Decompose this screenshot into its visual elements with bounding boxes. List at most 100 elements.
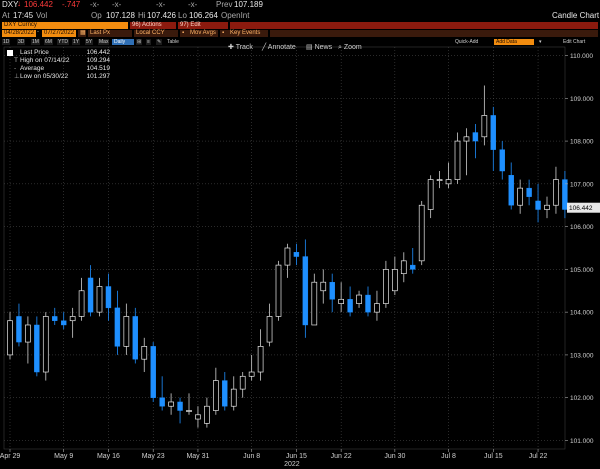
candle[interactable] [284,243,291,278]
candle[interactable] [517,179,524,214]
candle[interactable] [302,239,309,338]
candle[interactable] [114,290,121,355]
candle[interactable] [481,85,488,146]
track-label: Track [235,44,253,51]
candle[interactable] [7,312,13,360]
candle[interactable] [562,171,568,219]
candle[interactable] [159,376,165,411]
candle[interactable] [356,290,362,308]
candle[interactable] [132,307,139,364]
candle[interactable] [454,132,461,184]
candle-body [275,264,282,317]
y-tick-label: 101.000 [570,438,594,445]
candle[interactable] [186,393,192,415]
candle[interactable] [445,162,452,189]
x-tick-label: May 9 [54,453,73,460]
candle[interactable] [150,342,156,402]
candle[interactable] [436,171,443,189]
candle[interactable] [105,273,112,321]
candle-body [508,175,514,206]
candle-body [463,136,470,142]
candle[interactable] [275,260,282,321]
candle[interactable] [499,141,505,180]
candle-body [42,316,49,373]
legend-value: 101.297 [86,73,111,80]
candle[interactable] [374,290,380,321]
candle[interactable] [257,329,264,381]
candle[interactable] [544,196,550,219]
news-button[interactable]: ▤ News [306,43,332,53]
candle[interactable] [61,312,67,330]
candle[interactable] [329,273,335,313]
candle[interactable] [25,316,31,364]
candle-body [329,282,335,300]
candle[interactable] [239,372,246,398]
candle[interactable] [320,269,327,304]
track-button[interactable]: ✚ Track [228,43,253,53]
candle[interactable] [472,123,479,159]
candle[interactable] [96,277,103,317]
candle[interactable] [293,243,300,266]
candle[interactable] [553,166,559,214]
candle[interactable] [266,303,273,347]
candle[interactable] [535,183,541,223]
candle[interactable] [177,397,183,424]
candle[interactable] [168,393,174,415]
candle[interactable] [400,252,407,283]
candle[interactable] [222,372,228,411]
last-price-marker: 106.442 [567,202,600,213]
candle[interactable] [42,312,49,381]
candle[interactable] [526,179,532,206]
candle-body [365,294,371,313]
candle[interactable] [347,286,353,317]
legend-swatch-icon [7,50,13,56]
candle-body [338,298,344,304]
candle[interactable] [490,106,496,172]
candle[interactable] [311,273,318,326]
annotate-button[interactable]: ╱ Annotate [262,43,296,53]
candle[interactable] [365,286,371,317]
candle[interactable] [338,282,344,313]
candle[interactable] [463,128,470,176]
candle-body [195,414,201,420]
candle-body [454,140,461,180]
legend-name: Average [20,65,45,72]
legend-average-icon: - [14,65,17,72]
zoom-button[interactable]: ⌕ Zoom [338,43,362,53]
candle-body [311,281,318,326]
candle[interactable] [383,260,389,308]
candle-body [410,264,416,270]
candle[interactable] [204,397,210,428]
x-tick-label: May 16 [97,453,120,460]
candle[interactable] [410,248,416,274]
candle[interactable] [123,303,130,355]
legend-value: 109.294 [86,57,111,64]
y-tick-label: 109.000 [570,96,594,103]
candle-body [204,405,210,424]
candle[interactable] [16,303,22,347]
candle[interactable] [418,200,425,266]
candle[interactable] [34,316,40,377]
candle-body [544,204,550,210]
x-tick-label: Jun 22 [331,453,352,460]
candle[interactable] [195,406,201,428]
candle[interactable] [248,354,255,381]
candle-body [293,252,300,257]
candle[interactable] [230,376,237,411]
candle[interactable] [141,337,148,373]
candle-body [490,115,496,150]
candle[interactable] [508,162,514,210]
candle[interactable] [78,277,85,321]
legend-row-average: - Average 104.519 [6,65,112,73]
zoom-label: Zoom [343,44,362,51]
candle[interactable] [213,367,219,415]
candle[interactable] [427,175,434,219]
candle[interactable] [52,307,58,325]
candle-body [168,401,174,407]
candle-body [248,371,255,377]
candle[interactable] [87,265,94,317]
candle-body [445,179,452,185]
candle[interactable] [392,256,398,296]
legend-name: Low on 05/30/22 [20,73,69,80]
news-label: News [314,44,333,51]
